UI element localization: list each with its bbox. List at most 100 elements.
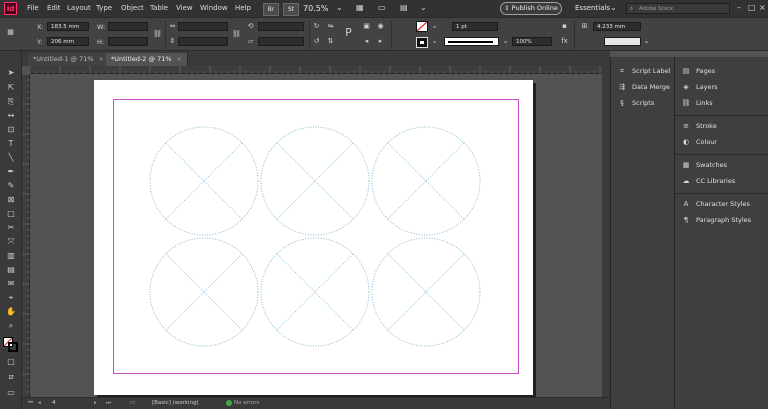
view-options-icon[interactable]: ▦: [356, 3, 364, 12]
note-tool-icon[interactable]: ✉: [5, 278, 17, 289]
rectangle-tool-icon[interactable]: □: [5, 208, 17, 219]
panel-character-styles[interactable]: A Character Styles: [680, 197, 766, 211]
flip-vertical-icon[interactable]: ⇅: [326, 37, 335, 46]
height-field[interactable]: [108, 37, 148, 46]
vertical-scrollbar[interactable]: [602, 66, 610, 397]
fill-none-swatch[interactable]: [416, 21, 428, 32]
tab-close-icon[interactable]: ×: [177, 55, 182, 63]
menu-table[interactable]: Table: [150, 4, 168, 12]
horizontal-ruler[interactable]: [29, 66, 602, 74]
screen-mode-normal-icon[interactable]: ▭: [5, 387, 17, 398]
stroke-swatch[interactable]: [416, 37, 428, 48]
flip-horizontal-icon[interactable]: ⇋: [326, 22, 335, 31]
select-previous-icon[interactable]: ◂: [362, 37, 371, 46]
text-wrap-icon[interactable]: ⊞: [580, 22, 589, 31]
line-tool-icon[interactable]: ╲: [5, 152, 17, 163]
width-field[interactable]: [108, 22, 148, 31]
ellipse-frame[interactable]: [149, 126, 259, 236]
vertical-ruler[interactable]: [22, 73, 30, 397]
minimize-icon[interactable]: –: [737, 3, 741, 12]
direct-selection-tool-icon[interactable]: ⇱: [5, 82, 17, 93]
tab-close-icon[interactable]: ×: [99, 55, 104, 63]
first-page-icon[interactable]: ⏮: [28, 400, 33, 407]
menu-view[interactable]: View: [176, 4, 193, 12]
stroke-dropdown-icon[interactable]: ⌄: [430, 37, 439, 46]
drop-shadow-icon[interactable]: ▪: [560, 22, 569, 31]
arrange-documents-icon[interactable]: ▤: [400, 3, 408, 12]
panel-colour[interactable]: ◐ Colour: [680, 135, 766, 149]
link-scale-icon[interactable]: ⛓: [232, 30, 241, 39]
tab-untitled-2[interactable]: *Untitled-2 @ 71% ×: [106, 53, 188, 66]
stock-button[interactable]: St: [283, 3, 299, 16]
arrange-dropdown-icon[interactable]: ⌄: [420, 3, 427, 12]
stroke-type-selector[interactable]: [444, 37, 499, 46]
scale-x-field[interactable]: [178, 22, 228, 31]
panel-pages[interactable]: ▤ Pages: [680, 64, 766, 78]
workspace-switcher[interactable]: Essentials: [575, 4, 610, 12]
x-position-field[interactable]: 183.5 mm: [47, 22, 89, 31]
selection-tool-icon[interactable]: ➤: [5, 67, 17, 78]
object-style-dropdown-icon[interactable]: ⌄: [642, 37, 651, 46]
content-collector-icon[interactable]: ⊡: [5, 124, 17, 135]
stroke-type-dropdown-icon[interactable]: ⌄: [501, 37, 510, 46]
open-page-icon[interactable]: ▭: [130, 400, 135, 406]
y-position-field[interactable]: 206 mm: [47, 37, 89, 46]
panel-swatches[interactable]: ▦ Swatches: [680, 158, 766, 172]
object-style-selector[interactable]: [604, 37, 641, 46]
screen-mode-icon[interactable]: ▭: [378, 3, 386, 12]
panel-cc-libraries[interactable]: ☁ CC Libraries: [680, 174, 766, 188]
opacity-field[interactable]: 100%: [512, 37, 552, 46]
previous-page-icon[interactable]: ◂: [38, 400, 41, 406]
gradient-feather-tool-icon[interactable]: ▤: [5, 264, 17, 275]
ellipse-frame[interactable]: [260, 126, 370, 236]
tab-untitled-1[interactable]: *Untitled-1 @ 71% ×: [28, 53, 110, 66]
menu-window[interactable]: Window: [200, 4, 228, 12]
page-tool-icon[interactable]: ⎘: [5, 96, 17, 107]
hand-tool-icon[interactable]: ✋: [5, 306, 17, 317]
fill-dropdown-icon[interactable]: ⌄: [430, 22, 439, 31]
zoom-level[interactable]: 70.5%: [303, 4, 328, 13]
formatting-affects-container-icon[interactable]: ▢: [5, 356, 17, 367]
menu-file[interactable]: File: [27, 4, 39, 12]
constrain-proportions-icon[interactable]: ⛓: [153, 30, 162, 39]
eyedropper-tool-icon[interactable]: ⌖: [5, 292, 17, 303]
type-tool-icon[interactable]: T: [5, 138, 17, 149]
ellipse-frames-group[interactable]: [94, 80, 533, 395]
pencil-tool-icon[interactable]: ✎: [5, 180, 17, 191]
workspace-dropdown-icon[interactable]: ⌄: [610, 3, 617, 12]
ellipse-frame[interactable]: [371, 237, 481, 347]
select-container-icon[interactable]: ▣: [362, 22, 371, 31]
panel-layers[interactable]: ◈ Layers: [680, 80, 766, 94]
ellipse-frame[interactable]: [260, 237, 370, 347]
rotate-90-cw-icon[interactable]: ↻: [312, 22, 321, 31]
ellipse-frame[interactable]: [371, 126, 481, 236]
close-window-icon[interactable]: ×: [759, 3, 766, 12]
select-content-icon[interactable]: ◉: [376, 22, 385, 31]
next-page-icon[interactable]: ▸: [94, 400, 97, 406]
bridge-button[interactable]: Br: [263, 3, 279, 16]
adobe-stock-search-input[interactable]: ⌕ Adobe Stock: [626, 3, 730, 14]
pen-tool-icon[interactable]: ✒: [5, 166, 17, 177]
menu-object[interactable]: Object: [121, 4, 144, 12]
ellipse-frame[interactable]: [149, 237, 259, 347]
gap-tool-icon[interactable]: ↔: [5, 110, 17, 121]
preflight-errors[interactable]: No errors: [234, 400, 259, 406]
panel-links[interactable]: ⛓ Links: [680, 96, 766, 110]
rectangle-frame-tool-icon[interactable]: ⊠: [5, 194, 17, 205]
effects-icon[interactable]: fx: [560, 37, 569, 46]
apply-none-icon[interactable]: ⧄: [5, 371, 17, 382]
free-transform-tool-icon[interactable]: ⤧: [5, 236, 17, 247]
menu-edit[interactable]: Edit: [47, 4, 61, 12]
maximize-icon[interactable]: □: [748, 3, 756, 12]
gradient-swatch-tool-icon[interactable]: ▥: [5, 250, 17, 261]
rotation-angle-field[interactable]: [258, 22, 304, 31]
master-status[interactable]: [Basic] (working): [152, 400, 199, 406]
page-number-field[interactable]: 4: [52, 400, 56, 406]
scale-y-field[interactable]: [178, 37, 228, 46]
scissors-tool-icon[interactable]: ✂: [5, 222, 17, 233]
panel-paragraph-styles[interactable]: ¶ Paragraph Styles: [680, 213, 766, 227]
stroke-weight-field[interactable]: 1 pt: [452, 22, 498, 31]
zoom-tool-icon[interactable]: ⌕: [5, 320, 17, 331]
stroke-color-icon[interactable]: [8, 342, 18, 352]
menu-type[interactable]: Type: [96, 4, 112, 12]
